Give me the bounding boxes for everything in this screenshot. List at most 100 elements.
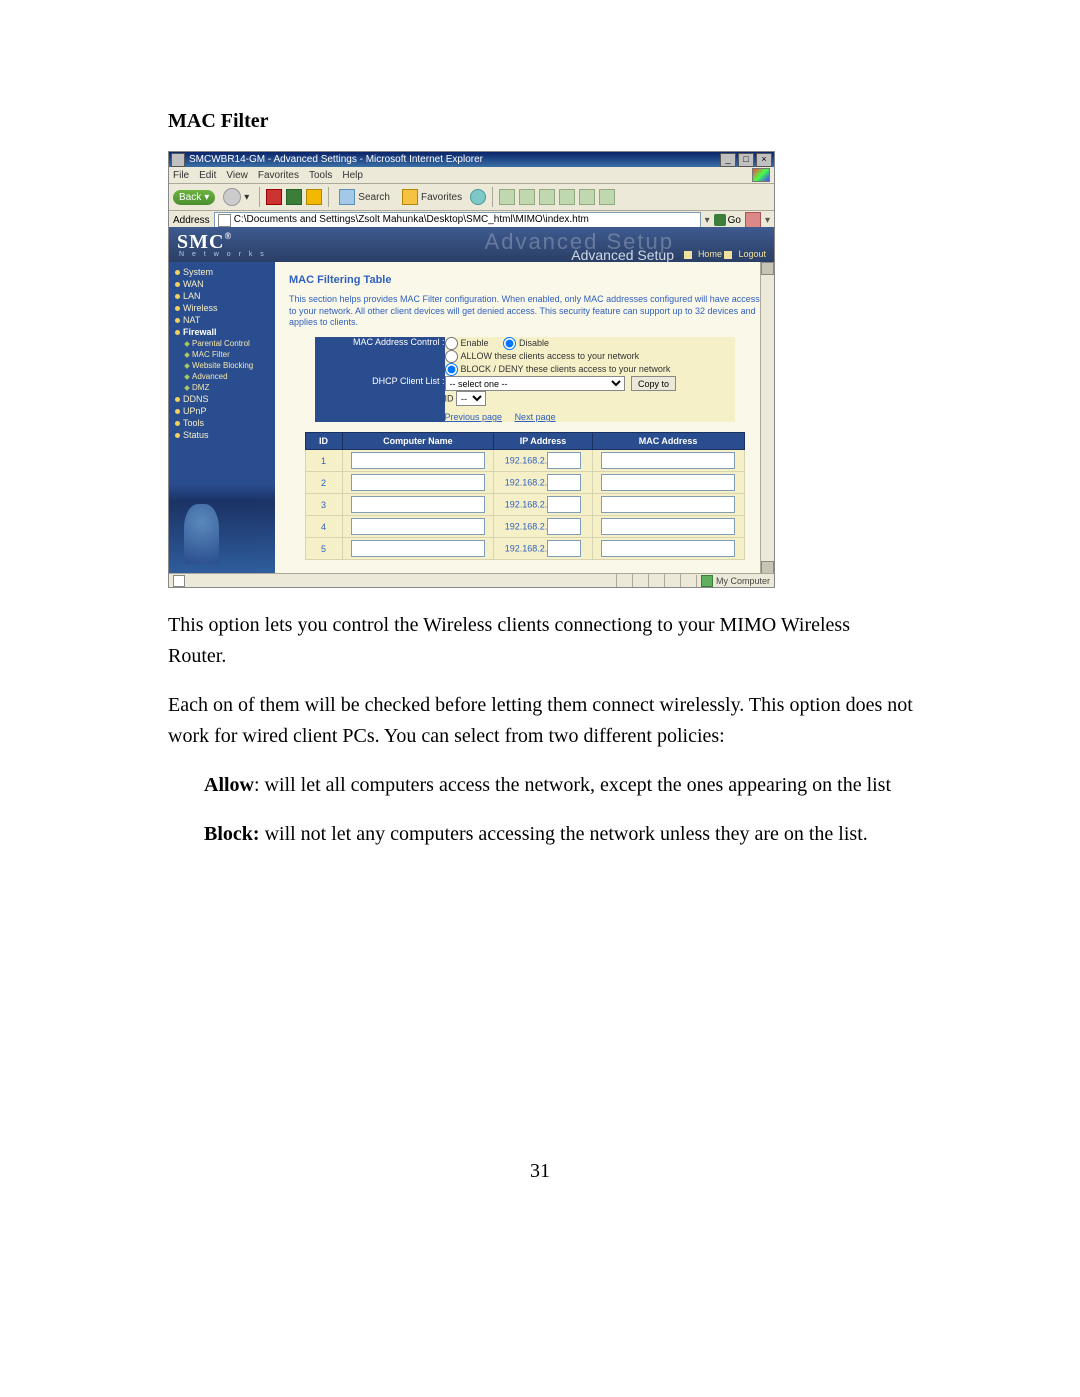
sidebar-item-lan[interactable]: LAN	[169, 290, 275, 302]
history-icon[interactable]	[499, 189, 515, 205]
table-row: 1192.168.2.	[305, 450, 744, 472]
mac-address-input[interactable]	[601, 518, 736, 535]
sidebar-item-firewall[interactable]: Firewall	[169, 326, 275, 338]
allow-radio[interactable]	[445, 350, 458, 363]
home-small-icon	[684, 251, 692, 259]
disable-radio[interactable]	[503, 337, 516, 350]
mail-icon[interactable]	[519, 189, 535, 205]
menu-favorites[interactable]: Favorites	[258, 170, 299, 181]
mac-address-input[interactable]	[601, 474, 736, 491]
ip-last-octet-input[interactable]	[547, 474, 581, 491]
row-id: 1	[305, 450, 342, 472]
close-button[interactable]: ×	[756, 153, 772, 167]
back-button[interactable]: Back ▾	[173, 190, 215, 205]
sidebar-item-ddns[interactable]: DDNS	[169, 393, 275, 405]
sidebar-item-wireless[interactable]: Wireless	[169, 302, 275, 314]
sidebar-item-advanced[interactable]: Advanced	[169, 371, 275, 382]
computer-name-input[interactable]	[351, 518, 486, 535]
print-icon[interactable]	[539, 189, 555, 205]
ip-last-octet-input[interactable]	[547, 452, 581, 469]
maximize-button[interactable]: □	[738, 153, 754, 167]
ip-last-octet-input[interactable]	[547, 496, 581, 513]
enable-radio[interactable]	[445, 337, 458, 350]
stop-icon[interactable]	[266, 189, 282, 205]
allow-radio-label[interactable]: ALLOW these clients access to your netwo…	[445, 351, 640, 361]
sidebar-item-status[interactable]: Status	[169, 429, 275, 441]
pane-description: This section helps provides MAC Filter c…	[289, 294, 760, 329]
logout-small-icon	[724, 251, 732, 259]
mac-filter-table: ID Computer Name IP Address MAC Address …	[305, 432, 745, 560]
research-icon[interactable]	[599, 189, 615, 205]
sidebar-item-upnp[interactable]: UPnP	[169, 405, 275, 417]
block-policy: Block: will not let any computers access…	[204, 819, 913, 850]
paragraph-2: Each on of them will be checked before l…	[168, 690, 913, 752]
sidebar-item-dmz[interactable]: DMZ	[169, 382, 275, 393]
scroll-up-icon[interactable]	[761, 262, 774, 275]
status-zone: My Computer	[696, 575, 774, 587]
menu-help[interactable]: Help	[342, 170, 363, 181]
main-pane: MAC Filtering Table This section helps p…	[275, 262, 774, 574]
sidebar-item-system[interactable]: System	[169, 266, 275, 278]
table-row: 4192.168.2.	[305, 516, 744, 538]
copy-to-button[interactable]: Copy to	[631, 376, 676, 391]
computer-name-input[interactable]	[351, 496, 486, 513]
sidebar-item-tools[interactable]: Tools	[169, 417, 275, 429]
id-select[interactable]: --	[456, 391, 486, 406]
section-heading: MAC Filter	[168, 110, 913, 133]
scrollbar[interactable]	[760, 262, 774, 574]
computer-name-input[interactable]	[351, 474, 486, 491]
sidebar-item-nat[interactable]: NAT	[169, 314, 275, 326]
mac-address-input[interactable]	[601, 540, 736, 557]
header-title: Advanced Setup	[571, 247, 674, 263]
ip-last-octet-input[interactable]	[547, 540, 581, 557]
logout-link[interactable]: Logout	[738, 249, 766, 259]
sidebar-item-wan[interactable]: WAN	[169, 278, 275, 290]
home-icon[interactable]	[306, 189, 322, 205]
header-links: Home Logout	[684, 249, 766, 259]
edit-icon[interactable]	[559, 189, 575, 205]
block-radio[interactable]	[445, 363, 458, 376]
sidebar-decorative-image	[169, 484, 275, 574]
ip-prefix: 192.168.2.	[505, 522, 548, 532]
discuss-icon[interactable]	[579, 189, 595, 205]
ip-prefix: 192.168.2.	[505, 500, 548, 510]
media-icon[interactable]	[470, 189, 486, 205]
favorites-button[interactable]: Favorites	[398, 187, 466, 207]
mac-address-input[interactable]	[601, 452, 736, 469]
computer-name-input[interactable]	[351, 540, 486, 557]
computer-name-input[interactable]	[351, 452, 486, 469]
home-link[interactable]: Home	[698, 249, 722, 259]
star-icon	[402, 189, 418, 205]
menu-edit[interactable]: Edit	[199, 170, 216, 181]
mac-address-input[interactable]	[601, 496, 736, 513]
links-icon[interactable]	[745, 212, 761, 228]
refresh-icon[interactable]	[286, 189, 302, 205]
menu-tools[interactable]: Tools	[309, 170, 332, 181]
ie-window-title: SMCWBR14-GM - Advanced Settings - Micros…	[189, 154, 483, 165]
forward-button[interactable]: ▾	[219, 186, 253, 208]
minimize-button[interactable]: _	[720, 153, 736, 167]
block-radio-label[interactable]: BLOCK / DENY these clients access to you…	[445, 364, 671, 374]
menu-file[interactable]: File	[173, 170, 189, 181]
search-button[interactable]: Search	[335, 187, 394, 207]
paragraph-1: This option lets you control the Wireles…	[168, 610, 913, 672]
sidebar-item-macfilter[interactable]: MAC Filter	[169, 349, 275, 360]
allow-policy: Allow: will let all computers access the…	[204, 770, 913, 801]
row-id: 5	[305, 538, 342, 560]
windows-flag-icon	[752, 168, 770, 182]
search-icon	[339, 189, 355, 205]
previous-page-link[interactable]: Previous page	[445, 412, 503, 422]
next-page-link[interactable]: Next page	[515, 412, 556, 422]
address-input[interactable]: C:\Documents and Settings\Zsolt Mahunka\…	[214, 212, 701, 228]
enable-radio-label[interactable]: Enable	[445, 338, 489, 348]
sidebar-item-parental[interactable]: Parental Control	[169, 338, 275, 349]
dhcp-client-select[interactable]: -- select one --	[445, 376, 625, 391]
ie-titlebar: SMCWBR14-GM - Advanced Settings - Micros…	[169, 152, 774, 167]
router-screenshot: SMCWBR14-GM - Advanced Settings - Micros…	[168, 151, 775, 588]
go-button[interactable]: Go	[714, 214, 741, 226]
router-header: SMC® N e t w o r k s Advanced Setup Adva…	[169, 227, 774, 262]
disable-radio-label[interactable]: Disable	[503, 338, 549, 348]
sidebar-item-website[interactable]: Website Blocking	[169, 360, 275, 371]
ip-last-octet-input[interactable]	[547, 518, 581, 535]
menu-view[interactable]: View	[226, 170, 248, 181]
